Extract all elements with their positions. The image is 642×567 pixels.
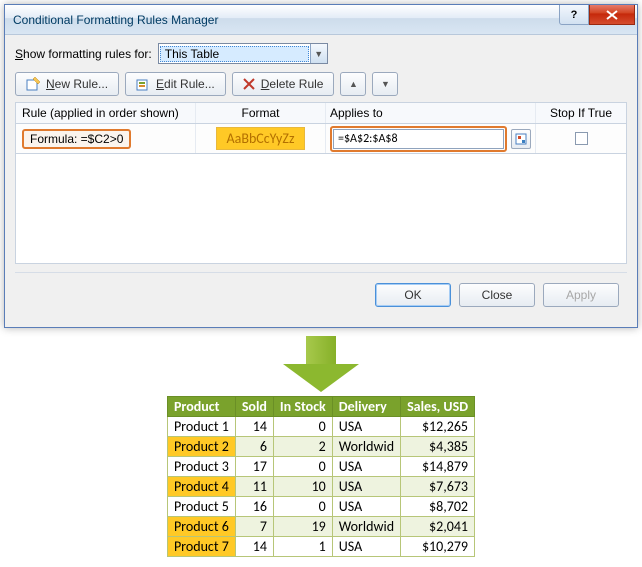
rule-formula: Formula: =$C2>0 bbox=[22, 129, 131, 149]
chevron-down-icon[interactable]: ▼ bbox=[310, 44, 327, 63]
scope-value: This Table bbox=[160, 46, 309, 62]
move-up-button[interactable]: ▲ bbox=[340, 72, 366, 96]
table-cell: Product 6 bbox=[167, 517, 235, 537]
arrow-graphic bbox=[0, 336, 642, 392]
edit-rule-icon bbox=[136, 77, 150, 91]
format-preview: AaBbCcYyZz bbox=[216, 127, 306, 150]
edit-rule-button[interactable]: Edit Rule... bbox=[125, 72, 226, 96]
window-close-button[interactable] bbox=[589, 5, 635, 25]
col-header-applies: Applies to bbox=[326, 103, 536, 123]
table-cell: 1 bbox=[273, 537, 332, 557]
table-header: Delivery bbox=[332, 397, 400, 417]
table-cell: 11 bbox=[235, 477, 273, 497]
table-cell: 0 bbox=[273, 497, 332, 517]
table-row: Product 6719Worldwid$2,041 bbox=[167, 517, 474, 537]
rules-empty-area bbox=[15, 154, 627, 264]
table-cell: USA bbox=[332, 457, 400, 477]
new-rule-button[interactable]: New Rule... bbox=[15, 72, 119, 96]
table-cell: 0 bbox=[273, 417, 332, 437]
table-row: Product 1140USA$12,265 bbox=[167, 417, 474, 437]
applies-to-input[interactable]: =$A$2:$A$8 bbox=[333, 129, 504, 149]
delete-rule-button[interactable]: Delete Rule bbox=[232, 72, 335, 96]
table-header: Product bbox=[167, 397, 235, 417]
close-button[interactable]: Close bbox=[459, 283, 535, 307]
result-table: ProductSoldIn StockDeliverySales, USD Pr… bbox=[167, 396, 475, 557]
scope-label: Show formatting rules for: bbox=[15, 47, 152, 61]
table-cell: 7 bbox=[235, 517, 273, 537]
table-header: Sales, USD bbox=[401, 397, 475, 417]
table-cell: Worldwid bbox=[332, 437, 400, 457]
delete-icon bbox=[243, 78, 255, 90]
table-header: Sold bbox=[235, 397, 273, 417]
table-cell: Product 1 bbox=[167, 417, 235, 437]
table-cell: USA bbox=[332, 537, 400, 557]
table-cell: USA bbox=[332, 497, 400, 517]
scope-combo[interactable]: This Table ▼ bbox=[158, 43, 328, 64]
table-cell: 6 bbox=[235, 437, 273, 457]
table-cell: $14,879 bbox=[401, 457, 475, 477]
move-down-button[interactable]: ▼ bbox=[372, 72, 398, 96]
table-cell: $8,702 bbox=[401, 497, 475, 517]
table-cell: USA bbox=[332, 417, 400, 437]
col-header-rule: Rule (applied in order shown) bbox=[16, 103, 196, 123]
dialog-title: Conditional Formatting Rules Manager bbox=[13, 13, 218, 27]
table-row: Product 3170USA$14,879 bbox=[167, 457, 474, 477]
table-cell: 0 bbox=[273, 457, 332, 477]
table-cell: Product 3 bbox=[167, 457, 235, 477]
table-row: Product 7141USA$10,279 bbox=[167, 537, 474, 557]
stop-if-true-checkbox[interactable] bbox=[575, 132, 588, 145]
help-button[interactable]: ? bbox=[559, 5, 589, 25]
table-cell: 14 bbox=[235, 537, 273, 557]
table-row: Product 5160USA$8,702 bbox=[167, 497, 474, 517]
apply-button[interactable]: Apply bbox=[543, 283, 619, 307]
range-picker-button[interactable] bbox=[511, 129, 531, 149]
range-picker-icon bbox=[515, 133, 527, 145]
table-cell: 17 bbox=[235, 457, 273, 477]
col-header-stop: Stop If True bbox=[536, 106, 626, 120]
table-cell: 2 bbox=[273, 437, 332, 457]
table-cell: $7,673 bbox=[401, 477, 475, 497]
table-cell: USA bbox=[332, 477, 400, 497]
new-rule-icon bbox=[26, 77, 40, 91]
table-cell: 19 bbox=[273, 517, 332, 537]
table-cell: 10 bbox=[273, 477, 332, 497]
ok-button[interactable]: OK bbox=[375, 283, 451, 307]
table-cell: Product 4 bbox=[167, 477, 235, 497]
rules-grid-header: Rule (applied in order shown) Format App… bbox=[15, 102, 627, 124]
titlebar[interactable]: Conditional Formatting Rules Manager ? bbox=[5, 5, 637, 35]
table-cell: 16 bbox=[235, 497, 273, 517]
table-cell: $12,265 bbox=[401, 417, 475, 437]
table-cell: Product 5 bbox=[167, 497, 235, 517]
col-header-format: Format bbox=[196, 103, 326, 123]
conditional-formatting-dialog: Conditional Formatting Rules Manager ? S… bbox=[4, 4, 638, 328]
table-row: Product 41110USA$7,673 bbox=[167, 477, 474, 497]
rule-row[interactable]: Formula: =$C2>0 AaBbCcYyZz =$A$2:$A$8 bbox=[15, 124, 627, 154]
table-cell: $4,385 bbox=[401, 437, 475, 457]
table-header: In Stock bbox=[273, 397, 332, 417]
table-cell: Product 2 bbox=[167, 437, 235, 457]
table-cell: Worldwid bbox=[332, 517, 400, 537]
table-cell: Product 7 bbox=[167, 537, 235, 557]
table-row: Product 262Worldwid$4,385 bbox=[167, 437, 474, 457]
table-cell: $10,279 bbox=[401, 537, 475, 557]
table-cell: $2,041 bbox=[401, 517, 475, 537]
table-cell: 14 bbox=[235, 417, 273, 437]
